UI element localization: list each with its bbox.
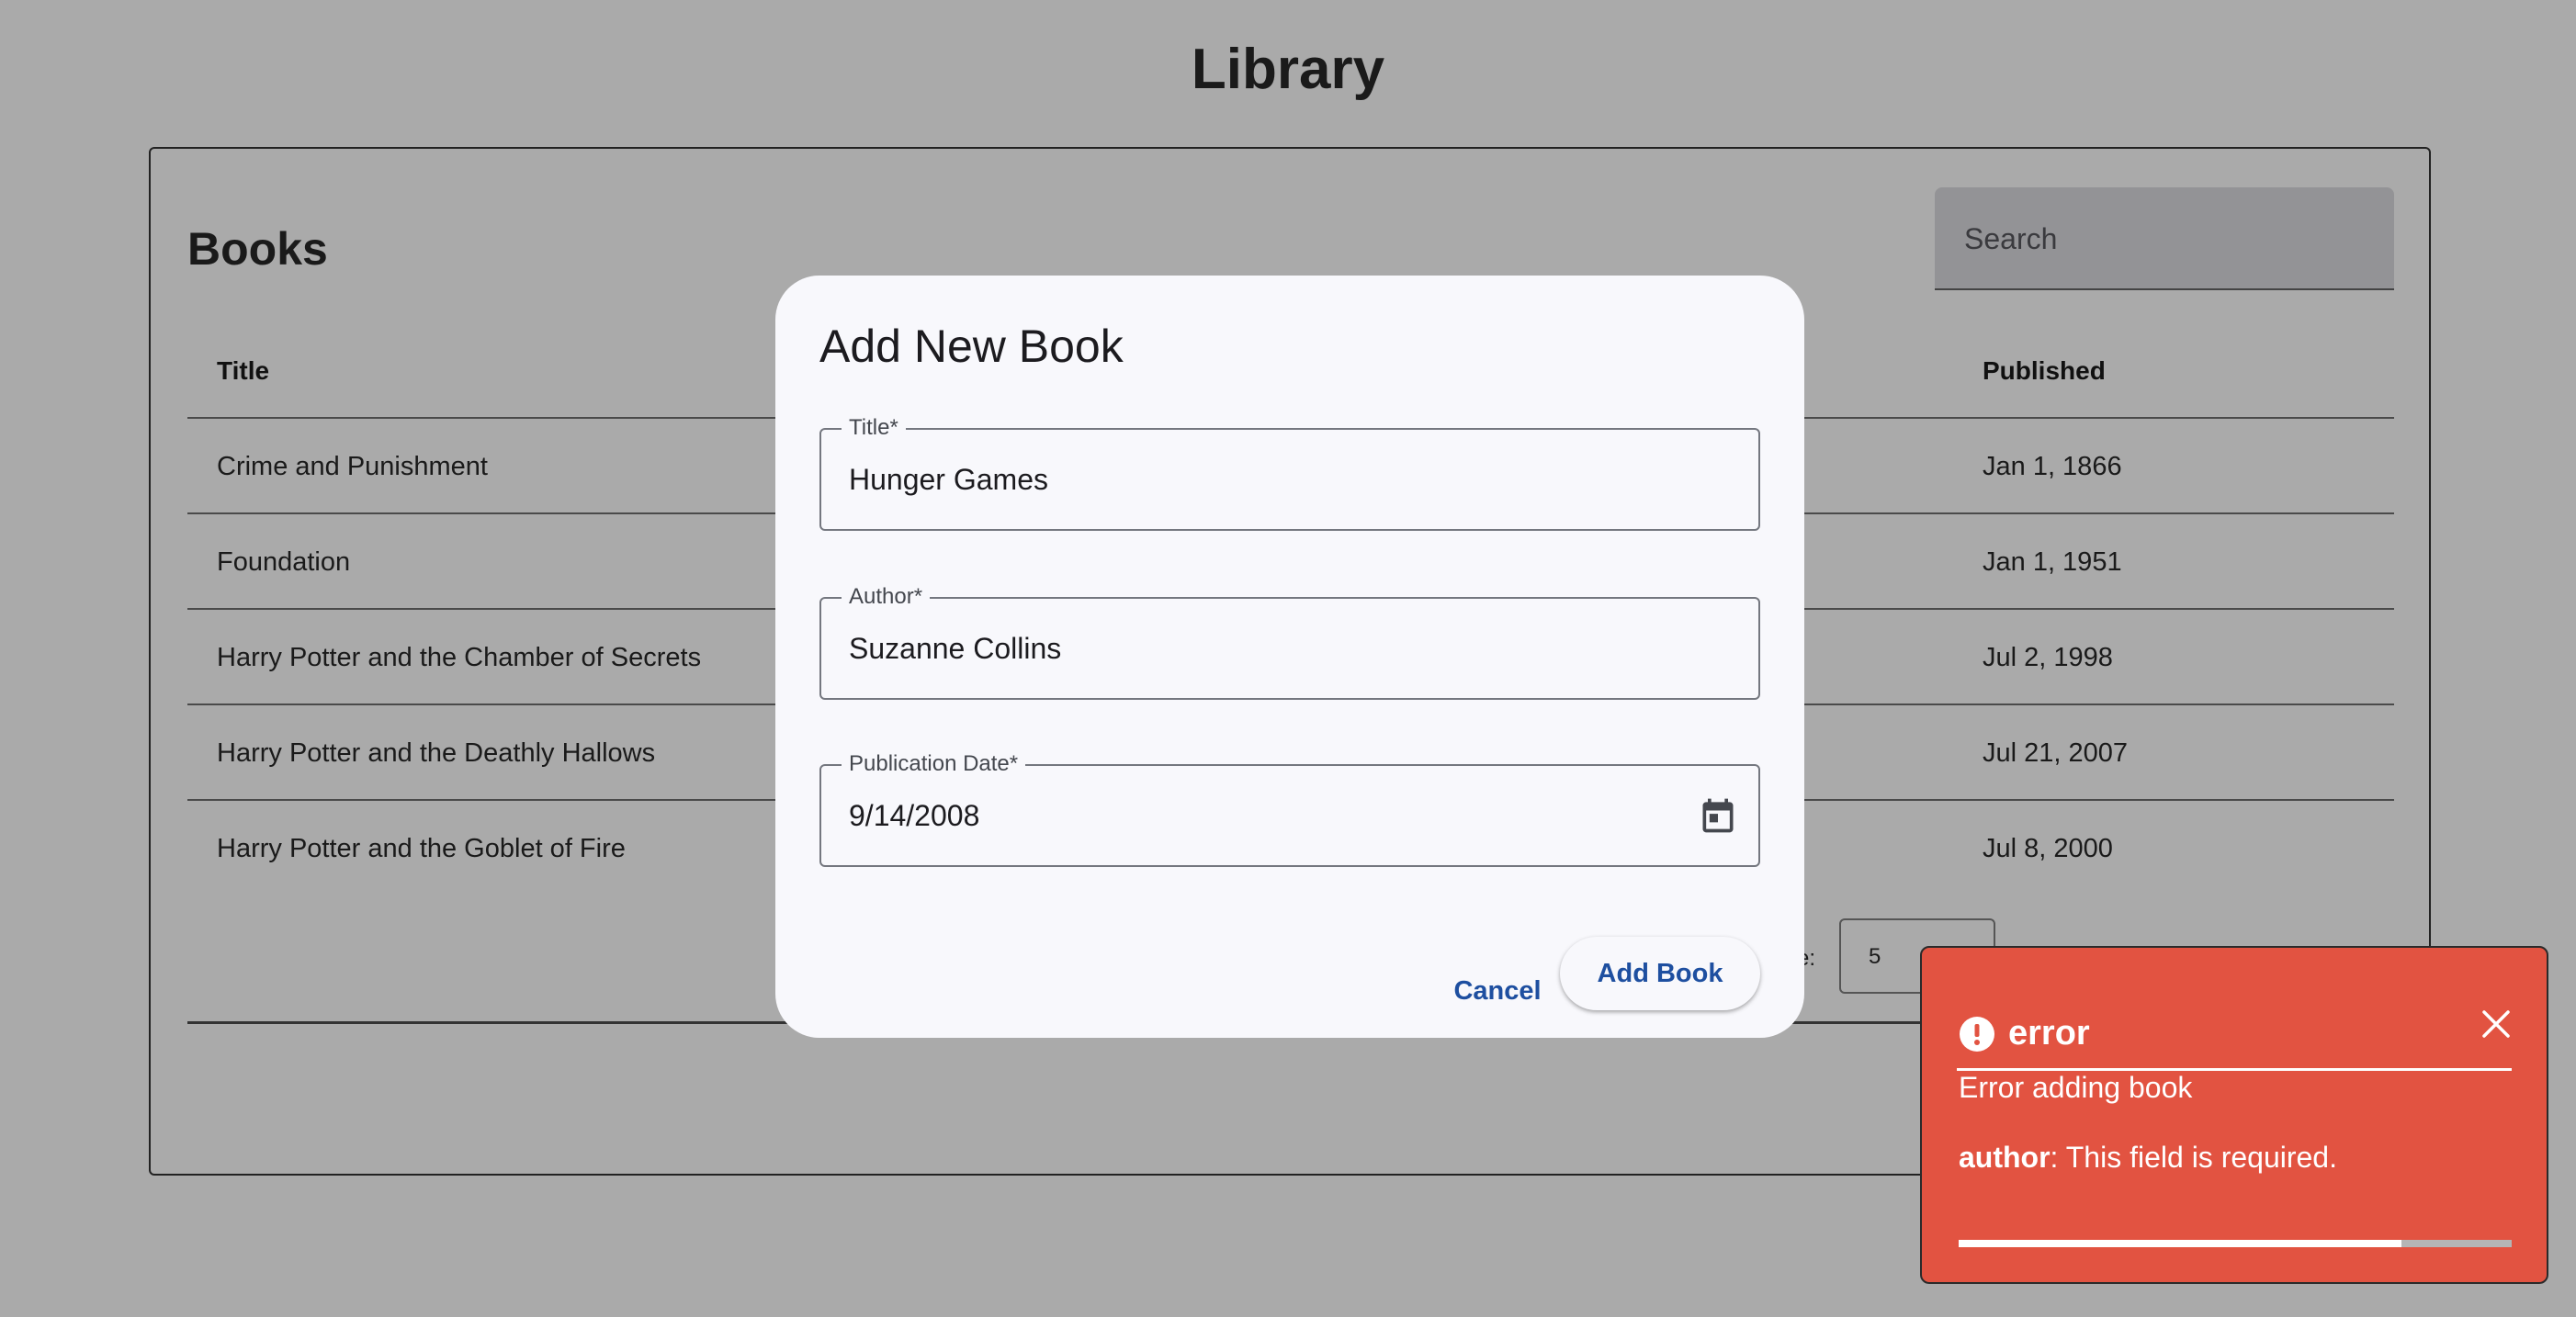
author-field-value[interactable]: Suzanne Collins bbox=[849, 632, 1061, 666]
calendar-icon[interactable] bbox=[1698, 794, 1738, 838]
row-published: Jan 1, 1866 bbox=[1983, 452, 2122, 481]
books-card-title: Books bbox=[187, 223, 328, 275]
row-published: Jan 1, 1951 bbox=[1983, 547, 2122, 577]
close-icon[interactable] bbox=[2480, 1008, 2512, 1040]
title-field-value[interactable]: Hunger Games bbox=[849, 463, 1048, 497]
column-header-title[interactable]: Title bbox=[217, 356, 269, 386]
search-placeholder: Search bbox=[1964, 222, 2058, 255]
search-input[interactable]: Search bbox=[1935, 187, 2394, 290]
page-title: Library bbox=[1191, 38, 1385, 101]
column-header-published[interactable]: Published bbox=[1983, 356, 2106, 386]
cancel-button[interactable]: Cancel bbox=[1424, 959, 1571, 1023]
title-field-label: Title* bbox=[842, 415, 906, 441]
toast-detail: author: This field is required. bbox=[1959, 1141, 2337, 1175]
row-title: Harry Potter and the Goblet of Fire bbox=[217, 834, 626, 863]
dialog-title: Add New Book bbox=[819, 321, 1124, 372]
row-title: Harry Potter and the Chamber of Secrets bbox=[217, 643, 702, 672]
toast-detail-field: author bbox=[1959, 1141, 2051, 1174]
toast-detail-text: : This field is required. bbox=[2050, 1141, 2337, 1174]
publication-date-label: Publication Date* bbox=[842, 751, 1026, 777]
row-published: Jul 2, 1998 bbox=[1983, 643, 2113, 672]
row-published: Jul 21, 2007 bbox=[1983, 738, 2129, 768]
publication-date-value[interactable]: 9/14/2008 bbox=[849, 799, 979, 833]
publication-date-field[interactable]: Publication Date* 9/14/2008 bbox=[819, 751, 1760, 867]
row-published: Jul 8, 2000 bbox=[1983, 834, 2113, 863]
row-title: Foundation bbox=[217, 547, 351, 577]
add-book-button[interactable]: Add Book bbox=[1560, 937, 1760, 1010]
row-title: Crime and Punishment bbox=[217, 452, 488, 481]
toast-progress-bar bbox=[1959, 1240, 2512, 1247]
add-book-dialog: Add New Book Title* Hunger Games Author*… bbox=[775, 276, 1804, 1038]
author-field[interactable]: Author* Suzanne Collins bbox=[819, 584, 1760, 700]
rows-per-page-value: 5 bbox=[1869, 944, 1881, 969]
toast-title: error bbox=[2008, 1014, 2090, 1052]
toast-message: Error adding book bbox=[1959, 1071, 2193, 1104]
toast-progress-fill bbox=[1959, 1240, 2401, 1247]
error-toast: error Error adding book author: This fie… bbox=[1920, 946, 2548, 1284]
author-field-label: Author* bbox=[842, 584, 931, 610]
title-field[interactable]: Title* Hunger Games bbox=[819, 415, 1760, 531]
alert-circle-icon bbox=[1960, 1017, 1994, 1052]
toast-header: error bbox=[1957, 981, 2512, 1071]
row-title: Harry Potter and the Deathly Hallows bbox=[217, 738, 656, 768]
